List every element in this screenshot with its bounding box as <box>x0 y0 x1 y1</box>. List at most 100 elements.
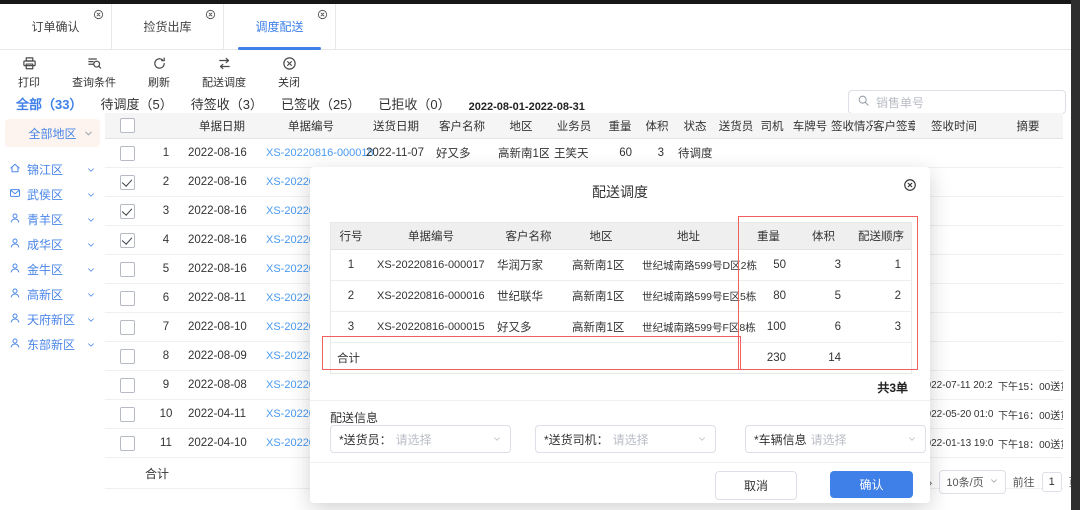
sidebar-item-锦江区[interactable]: 锦江区 <box>0 157 105 182</box>
toolbar: 打印查询条件刷新配送调度 关闭 <box>14 55 304 90</box>
modal-table-row: 2XS-20220816-000016世纪联华高新南1区世纪城南路599号E区5… <box>331 281 911 312</box>
window-right-bar <box>1071 0 1080 510</box>
table-cell: XS-20220816-000017 <box>371 259 491 271</box>
header-cell: 体积 <box>641 118 673 134</box>
row-checkbox[interactable] <box>120 378 135 393</box>
sidebar-item-label: 青羊区 <box>27 211 80 228</box>
select-field[interactable]: *送货员：请选择 <box>330 425 511 453</box>
tab-close-icon[interactable] <box>205 9 216 20</box>
user-icon <box>9 262 21 277</box>
page-size-select[interactable]: 10条/页 <box>939 470 1005 494</box>
sidebar-item-成华区[interactable]: 成华区 <box>0 232 105 257</box>
page-number-input[interactable] <box>1042 472 1062 492</box>
user-icon <box>9 287 21 302</box>
select-field[interactable]: *送货司机：请选择 <box>535 425 716 453</box>
header-cell: 业务员 <box>549 118 599 134</box>
dispatch-icon <box>217 55 232 71</box>
divider <box>310 462 930 463</box>
table-cell: 10 <box>149 408 183 420</box>
doc-number-link[interactable]: XS-20220816-000018 <box>261 147 361 159</box>
chevron-down-icon <box>86 290 96 300</box>
table-cell: 2022-04-10 <box>183 437 261 449</box>
user-icon <box>9 237 21 252</box>
home-icon <box>9 162 21 177</box>
search-input[interactable]: 销售单号 <box>848 90 1066 114</box>
dispatch-detail-table: 行号单据编号客户名称地区地址重量体积配送顺序1XS-20220816-00001… <box>330 222 912 374</box>
window-tab-3[interactable]: 调度配送 <box>224 4 336 49</box>
row-checkbox-cell <box>105 349 149 364</box>
header-cell: 单据编号 <box>261 118 361 134</box>
row-checkbox[interactable] <box>120 146 135 161</box>
table-cell: 待调度 <box>673 145 717 161</box>
row-checkbox[interactable] <box>120 436 135 451</box>
tab-close-icon[interactable] <box>93 9 104 20</box>
window-tab-2[interactable]: 捡货出库 <box>112 4 224 49</box>
sidebar-item-高新区[interactable]: 高新区 <box>0 282 105 307</box>
sidebar-item-武侯区[interactable]: 武侯区 <box>0 182 105 207</box>
row-checkbox[interactable] <box>120 320 135 335</box>
sidebar-item-青羊区[interactable]: 青羊区 <box>0 207 105 232</box>
row-checkbox[interactable] <box>120 291 135 306</box>
sidebar-item-label: 锦江区 <box>27 161 80 178</box>
table-cell: 3 <box>851 321 911 333</box>
toolbar-button-label: 配送调度 <box>202 74 246 90</box>
region-sidebar: 全部地区 锦江区武侯区青羊区成华区金牛区高新区天府新区东部新区 <box>0 113 105 510</box>
header-cell: 状态 <box>673 118 717 134</box>
table-cell: 2022-08-16 <box>183 176 261 188</box>
toolbar-button[interactable]: 关闭 <box>274 55 304 90</box>
header-cell: 重量 <box>599 118 641 134</box>
toolbar-button[interactable]: 打印 <box>14 55 44 90</box>
cancel-button[interactable]: 取消 <box>715 471 797 500</box>
chevron-down-icon <box>86 190 96 200</box>
table-cell: 4 <box>149 234 183 246</box>
tab-close-icon[interactable] <box>317 9 328 20</box>
table-cell: 高新南1区 <box>566 319 636 335</box>
tab-label: 捡货出库 <box>143 18 191 35</box>
table-cell: 5 <box>796 290 851 302</box>
toolbar-button[interactable]: 刷新 <box>144 55 174 90</box>
table-cell: 60 <box>599 147 641 159</box>
row-checkbox[interactable] <box>120 175 135 190</box>
window-tab-1[interactable]: 订单确认 <box>0 4 112 49</box>
row-checkbox-cell <box>105 204 149 219</box>
sidebar-item-东部新区[interactable]: 东部新区 <box>0 332 105 357</box>
sidebar-item-label: 金牛区 <box>27 261 80 278</box>
select-field-label: *送货员： <box>339 431 392 448</box>
table-cell: 3 <box>149 205 183 217</box>
row-checkbox[interactable] <box>120 262 135 277</box>
table-cell: XS-20220816-000015 <box>371 321 491 333</box>
table-cell: 2 <box>331 290 371 302</box>
modal-close-icon[interactable] <box>903 178 917 192</box>
confirm-button[interactable]: 确认 <box>830 471 913 498</box>
table-cell: 3 <box>796 259 851 271</box>
select-all-checkbox[interactable] <box>120 118 135 133</box>
table-cell: 世纪城南路599号F区8栋 <box>636 320 741 335</box>
header-cell: 司机 <box>755 118 789 134</box>
table-cell: 80 <box>741 290 796 302</box>
region-filter-dropdown[interactable]: 全部地区 <box>5 119 100 147</box>
sidebar-item-金牛区[interactable]: 金牛区 <box>0 257 105 282</box>
toolbar-button[interactable]: 查询条件 <box>72 55 116 90</box>
row-checkbox-cell <box>105 407 149 422</box>
table-cell: 11 <box>149 437 183 449</box>
select-field-label: *送货司机： <box>544 431 609 448</box>
select-field[interactable]: *车辆信息请选择 <box>745 425 926 453</box>
header-cell: 客户名称 <box>431 118 493 134</box>
orders-table-header: 单据日期单据编号送货日期客户名称地区业务员重量体积状态送货员司机车牌号签收情况客… <box>105 113 1063 139</box>
table-cell: 世纪城南路599号D区2栋 <box>636 258 741 273</box>
chevron-down-icon <box>86 215 96 225</box>
header-cell: 摘要 <box>993 118 1063 134</box>
table-cell: 好又多 <box>431 145 493 161</box>
row-checkbox[interactable] <box>120 233 135 248</box>
sidebar-item-天府新区[interactable]: 天府新区 <box>0 307 105 332</box>
tab-strip: 订单确认 捡货出库 调度配送 <box>0 4 1071 50</box>
row-checkbox[interactable] <box>120 349 135 364</box>
header-cell: 签收情况 <box>831 118 873 134</box>
row-checkbox[interactable] <box>120 204 135 219</box>
region-filter-label: 全部地区 <box>28 125 76 142</box>
header-cell: 签收时间 <box>915 118 993 134</box>
table-cell: 高新南1区 <box>566 257 636 273</box>
row-checkbox[interactable] <box>120 407 135 422</box>
toolbar-button[interactable]: 配送调度 <box>202 55 246 90</box>
row-checkbox-cell <box>105 146 149 161</box>
